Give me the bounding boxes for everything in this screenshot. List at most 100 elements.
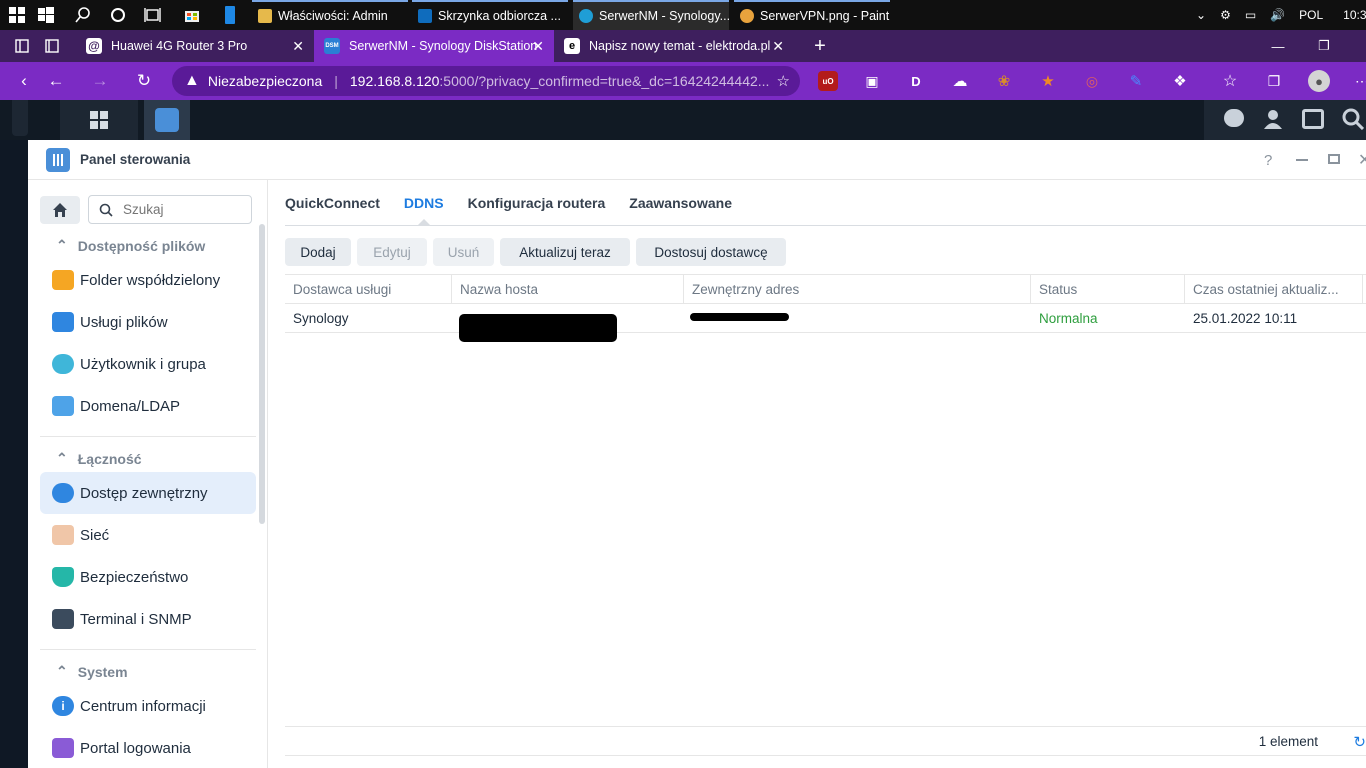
pen-extension-icon[interactable]: ✎ xyxy=(1126,71,1146,91)
language-indicator[interactable]: POL xyxy=(1299,8,1323,22)
table-row[interactable]: Synology Normalna 25.01.2022 10:11 xyxy=(285,304,1366,342)
cortana-icon[interactable] xyxy=(108,5,128,25)
url-field[interactable]: ▲ Niezabezpieczona | 192.168.8.120 :5000… xyxy=(172,66,800,96)
maximize-window-icon[interactable] xyxy=(1328,154,1340,164)
extension-icon[interactable]: ▣ xyxy=(862,71,882,91)
cloud-extension-icon[interactable]: ☁ xyxy=(950,71,970,91)
help-button[interactable]: ? xyxy=(1264,152,1272,169)
browser-tab-elektroda[interactable]: e Napisz nowy temat - elektroda.pl ✕ xyxy=(554,30,794,62)
taskbar-app-outlook[interactable]: Skrzynka odbiorcza ... xyxy=(412,0,568,30)
tab-ddns[interactable]: DDNS xyxy=(404,180,444,225)
back-icon[interactable]: ← xyxy=(44,70,68,92)
sidebar-item-security[interactable]: Bezpieczeństwo xyxy=(40,556,256,598)
workspaces-icon[interactable] xyxy=(12,36,32,56)
darkreader-icon[interactable]: D xyxy=(906,71,926,91)
close-tab-icon[interactable]: ✕ xyxy=(772,38,784,55)
store-icon[interactable] xyxy=(182,5,202,25)
sidebar-item-shared-folder[interactable]: Folder współdzielony xyxy=(40,259,256,301)
favorites-icon[interactable]: ☆ xyxy=(1220,71,1240,91)
minimize-window-icon[interactable] xyxy=(1296,159,1308,161)
pinned-app-icon[interactable] xyxy=(220,5,240,25)
target-extension-icon[interactable]: ◎ xyxy=(1082,71,1102,91)
windows-taskbar: Właściwości: Admin Skrzynka odbiorcza ..… xyxy=(0,0,1366,30)
column-header-provider[interactable]: Dostawca usługi xyxy=(285,275,452,304)
add-button[interactable]: Dodaj xyxy=(285,238,351,266)
settings-icon[interactable]: ⚙ xyxy=(1220,8,1231,22)
ublock-icon[interactable]: uO xyxy=(818,71,838,91)
profile-avatar-icon[interactable]: ● xyxy=(1308,70,1330,92)
sidebar-item-external-access[interactable]: Dostęp zewnętrzny xyxy=(40,472,256,514)
sidebar-scrollbar[interactable] xyxy=(259,224,265,524)
taskbar-app-edge[interactable]: SerwerNM - Synology... xyxy=(573,0,729,30)
warning-icon[interactable]: ▲ xyxy=(184,72,200,90)
sidebar-item-info-center[interactable]: i Centrum informacji xyxy=(40,685,256,727)
sidebar-toggle-icon[interactable]: ‹ xyxy=(12,70,36,92)
edit-button[interactable]: Edytuj xyxy=(357,238,427,266)
customize-provider-button[interactable]: Dostosuj dostawcę xyxy=(636,238,786,266)
collections-icon[interactable]: ❐ xyxy=(1264,71,1284,91)
external-access-icon xyxy=(52,483,74,503)
close-tab-icon[interactable]: ✕ xyxy=(292,38,304,55)
window-header: Panel sterowania ? ✕ xyxy=(28,140,1366,180)
chat-icon[interactable] xyxy=(1224,109,1244,127)
sidebar-item-login-portal[interactable]: Portal logowania xyxy=(40,727,256,768)
sidebar-item-file-services[interactable]: Usługi plików xyxy=(40,301,256,343)
search-box[interactable] xyxy=(88,195,252,224)
column-header-hostname[interactable]: Nazwa hosta xyxy=(452,275,684,304)
sidebar-item-user-group[interactable]: Użytkownik i grupa xyxy=(40,343,256,385)
close-window-icon[interactable]: ✕ xyxy=(1358,150,1366,170)
search-input[interactable] xyxy=(123,202,243,217)
sidebar-item-network[interactable]: Sieć xyxy=(40,514,256,556)
tab-actions-icon[interactable] xyxy=(42,36,62,56)
search-icon[interactable] xyxy=(73,5,93,25)
refresh-icon[interactable]: ↻ xyxy=(132,70,156,92)
clock[interactable]: 10:34 xyxy=(1343,8,1366,22)
sidebar-item-label: Domena/LDAP xyxy=(80,397,181,415)
widgets-icon[interactable] xyxy=(1302,109,1324,129)
extensions-puzzle-icon[interactable]: ❖ xyxy=(1170,71,1190,91)
taskbar-app-paint[interactable]: SerwerVPN.png - Paint xyxy=(734,0,890,30)
brave-lion-icon[interactable]: ★ xyxy=(1038,71,1058,91)
column-header-external-address[interactable]: Zewnętrzny adres xyxy=(684,275,1031,304)
add-favorite-icon[interactable]: ☆ xyxy=(777,72,790,90)
delete-button[interactable]: Usuń xyxy=(433,238,494,266)
close-tab-icon[interactable]: ✕ xyxy=(532,38,544,55)
shield-icon xyxy=(52,567,74,587)
user-icon[interactable] xyxy=(1264,109,1282,129)
bug-extension-icon[interactable]: ❀ xyxy=(994,71,1014,91)
tab-advanced[interactable]: Zaawansowane xyxy=(629,180,732,225)
main-menu-button[interactable] xyxy=(60,100,138,140)
update-now-button[interactable]: Aktualizuj teraz xyxy=(500,238,630,266)
more-menu-icon[interactable]: ⋯ xyxy=(1352,71,1366,91)
security-label[interactable]: Niezabezpieczona xyxy=(208,73,322,89)
windows-logo-icon[interactable] xyxy=(36,5,56,25)
new-tab-icon[interactable]: + xyxy=(798,30,842,62)
network-house-icon xyxy=(52,525,74,545)
sidebar-item-domain-ldap[interactable]: Domena/LDAP xyxy=(40,385,256,427)
taskbar-app-properties[interactable]: Właściwości: Admin xyxy=(252,0,408,30)
network-icon[interactable]: ▭ xyxy=(1245,8,1256,22)
restore-icon[interactable]: ❐ xyxy=(1302,30,1346,62)
refresh-icon[interactable]: ↻ xyxy=(1353,733,1366,751)
section-system[interactable]: ⌃ System xyxy=(56,663,128,680)
column-header-last-update[interactable]: Czas ostatniej aktualiz... xyxy=(1185,275,1363,304)
users-icon xyxy=(52,354,74,374)
column-header-status[interactable]: Status xyxy=(1031,275,1185,304)
tab-router-configuration[interactable]: Konfiguracja routera xyxy=(468,180,606,225)
chevron-up-icon[interactable]: ⌄ xyxy=(1196,8,1206,22)
home-button[interactable] xyxy=(40,196,80,224)
browser-tab-huawei[interactable]: @ Huawei 4G Router 3 Pro ✕ xyxy=(76,30,314,62)
windows-start-icon[interactable] xyxy=(7,5,27,25)
tab-quickconnect[interactable]: QuickConnect xyxy=(285,180,380,225)
section-connectivity[interactable]: ⌃ Łączność xyxy=(56,450,142,467)
task-view-icon[interactable] xyxy=(143,5,163,25)
dsm-search-icon[interactable] xyxy=(1342,108,1365,135)
forward-icon[interactable]: → xyxy=(88,70,112,92)
control-panel-taskbar-button[interactable] xyxy=(144,100,190,140)
browser-tab-synology[interactable]: DSM SerwerNM - Synology DiskStation ✕ xyxy=(314,30,554,62)
chevron-up-icon: ⌃ xyxy=(56,663,68,679)
minimize-icon[interactable]: — xyxy=(1256,30,1300,62)
sidebar-item-terminal-snmp[interactable]: Terminal i SNMP xyxy=(40,598,256,640)
volume-icon[interactable]: 🔊 xyxy=(1270,8,1285,22)
section-file-sharing[interactable]: ⌃ Dostępność plików xyxy=(56,237,205,254)
